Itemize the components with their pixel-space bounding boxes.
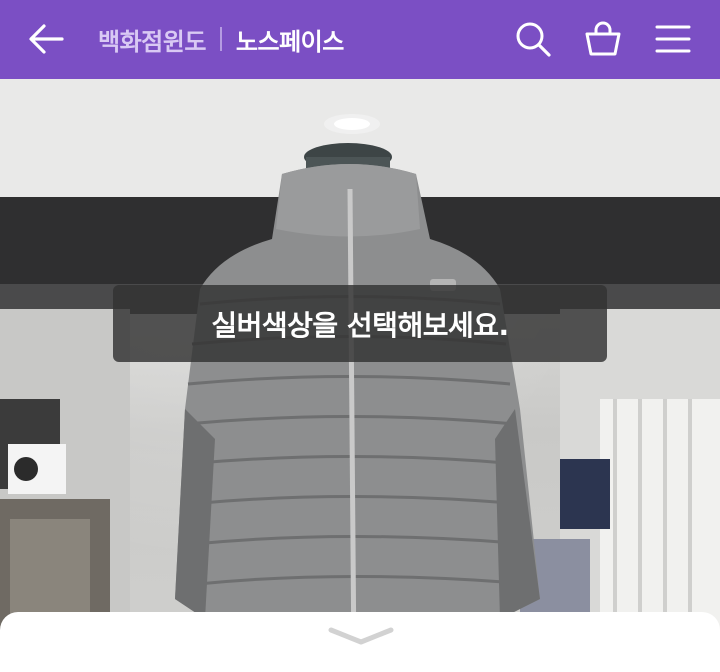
menu-icon <box>655 25 691 53</box>
toast-message: 실버색상을 선택해보세요. <box>113 285 607 362</box>
breadcrumb-category[interactable]: 백화점윈도 <box>98 22 206 57</box>
toast-text: 실버색상을 선택해보세요. <box>211 308 509 342</box>
back-button[interactable] <box>24 17 68 61</box>
shopping-bag-icon <box>585 21 621 56</box>
search-icon <box>516 22 551 57</box>
product-photo[interactable]: 실버색상을 선택해보세요. <box>0 79 720 665</box>
breadcrumb: 백화점윈도 노스페이스 <box>98 22 344 56</box>
breadcrumb-divider <box>219 27 222 51</box>
app-header: 백화점윈도 노스페이스 <box>0 0 720 79</box>
menu-button[interactable] <box>652 18 694 60</box>
cart-button[interactable] <box>582 18 624 60</box>
jacket-photo <box>0 79 720 665</box>
chevron-down-icon[interactable] <box>327 622 395 650</box>
page-title: 노스페이스 <box>235 27 344 56</box>
back-arrow-icon <box>29 24 64 54</box>
search-button[interactable] <box>512 18 554 60</box>
